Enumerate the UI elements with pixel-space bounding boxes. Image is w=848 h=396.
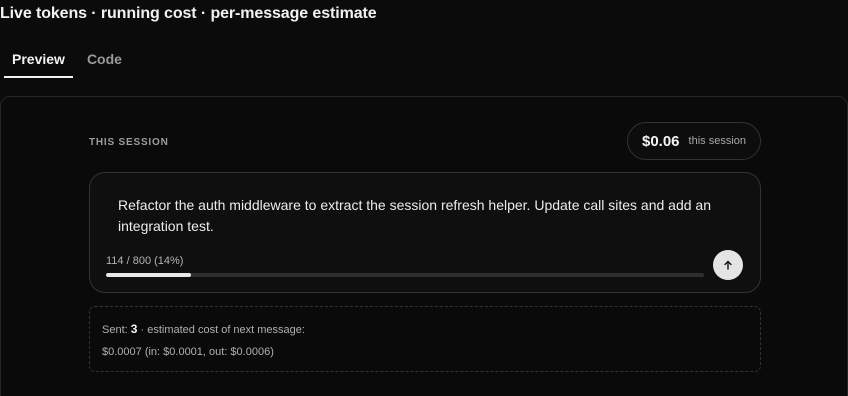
sent-label: Sent:	[102, 324, 128, 336]
token-progress-fill	[106, 273, 192, 277]
estimate-summary: Sent: 3 · estimated cost of next message…	[102, 322, 305, 336]
session-cost-suffix: this session	[688, 135, 747, 147]
page-title: Live tokens · running cost · per-message…	[0, 5, 377, 22]
estimate-cost: $0.0007 (in: $0.0001, out: $0.0006)	[102, 346, 274, 358]
tab-preview[interactable]: Preview	[4, 44, 73, 78]
arrow-up-icon	[724, 260, 732, 270]
preview-panel: THIS SESSION $0.06 this session Refactor…	[0, 96, 848, 396]
message-input[interactable]: Refactor the auth middleware to extract …	[118, 195, 728, 237]
message-composer[interactable]: Refactor the auth middleware to extract …	[89, 172, 761, 293]
tab-code[interactable]: Code	[79, 44, 130, 78]
session-cost-badge: $0.06 this session	[627, 122, 761, 160]
estimate-label: · estimated cost of next message:	[140, 324, 305, 336]
next-message-estimate: Sent: 3 · estimated cost of next message…	[89, 306, 761, 372]
token-count: 114 / 800 (14%)	[106, 255, 184, 267]
sent-count: 3	[130, 322, 138, 336]
tab-bar: Preview Code	[4, 44, 130, 78]
section-label: THIS SESSION	[89, 137, 169, 148]
send-button[interactable]	[713, 250, 743, 280]
session-cost-amount: $0.06	[641, 132, 680, 150]
token-progress-bar	[106, 273, 704, 277]
